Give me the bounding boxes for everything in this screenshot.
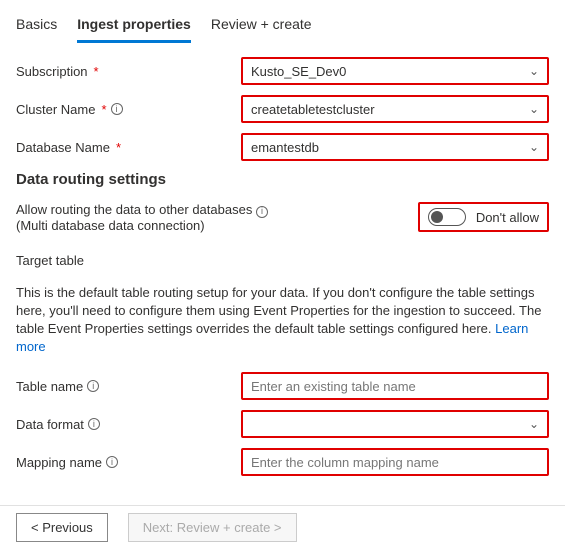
tab-review-create[interactable]: Review + create (211, 12, 312, 43)
toggle-knob (431, 211, 443, 223)
database-dropdown[interactable]: emantestdb ⌄ (241, 133, 549, 161)
wizard-tabs: Basics Ingest properties Review + create (16, 12, 549, 43)
routing-toggle[interactable] (428, 208, 466, 226)
info-icon[interactable]: i (106, 456, 118, 468)
cluster-row: Cluster Name * i createtabletestcluster … (16, 95, 549, 123)
chevron-down-icon: ⌄ (529, 417, 539, 431)
routing-row: Allow routing the data to other database… (16, 202, 549, 233)
routing-text-label: Allow routing the data to other database… (16, 202, 252, 217)
required-indicator: * (116, 140, 121, 155)
required-indicator: * (94, 64, 99, 79)
format-label-text: Data format (16, 417, 84, 432)
subscription-dropdown[interactable]: Kusto_SE_Dev0 ⌄ (241, 57, 549, 85)
info-icon[interactable]: i (87, 380, 99, 392)
mapping-row: Mapping name i Enter the column mapping … (16, 448, 549, 476)
database-label-text: Database Name (16, 140, 110, 155)
info-icon[interactable]: i (111, 103, 123, 115)
subscription-label-text: Subscription (16, 64, 88, 79)
database-row: Database Name * emantestdb ⌄ (16, 133, 549, 161)
tab-basics[interactable]: Basics (16, 12, 57, 43)
subscription-label: Subscription * (16, 64, 241, 79)
mapping-placeholder: Enter the column mapping name (251, 455, 439, 470)
database-value: emantestdb (251, 140, 319, 155)
chevron-down-icon: ⌄ (529, 102, 539, 116)
tab-ingest-properties[interactable]: Ingest properties (77, 12, 191, 43)
subscription-row: Subscription * Kusto_SE_Dev0 ⌄ (16, 57, 549, 85)
routing-toggle-wrap: Don't allow (418, 202, 549, 232)
cluster-label-text: Cluster Name (16, 102, 95, 117)
desc-text: This is the default table routing setup … (16, 285, 541, 336)
table-name-input[interactable]: Enter an existing table name (241, 372, 549, 400)
info-icon[interactable]: i (88, 418, 100, 430)
chevron-down-icon: ⌄ (529, 140, 539, 154)
data-format-dropdown[interactable]: ⌄ (241, 410, 549, 438)
format-label: Data format i (16, 417, 241, 432)
next-review-create-button: Next: Review + create > (128, 513, 297, 542)
previous-button[interactable]: < Previous (16, 513, 108, 542)
bottom-divider (0, 505, 565, 506)
target-table-title: Target table (16, 253, 549, 268)
mapping-label: Mapping name i (16, 455, 241, 470)
mapping-name-input[interactable]: Enter the column mapping name (241, 448, 549, 476)
toggle-state-label: Don't allow (476, 210, 539, 225)
routing-section-title: Data routing settings (16, 171, 549, 188)
routing-subtext: (Multi database data connection) (16, 218, 268, 233)
subscription-value: Kusto_SE_Dev0 (251, 64, 346, 79)
cluster-dropdown[interactable]: createtabletestcluster ⌄ (241, 95, 549, 123)
routing-text: Allow routing the data to other database… (16, 202, 268, 218)
table-row: Table name i Enter an existing table nam… (16, 372, 549, 400)
info-icon[interactable]: i (256, 206, 268, 218)
cluster-value: createtabletestcluster (251, 102, 375, 117)
table-label-text: Table name (16, 379, 83, 394)
database-label: Database Name * (16, 140, 241, 155)
target-table-description: This is the default table routing setup … (16, 284, 549, 357)
cluster-label: Cluster Name * i (16, 102, 241, 117)
chevron-down-icon: ⌄ (529, 64, 539, 78)
format-row: Data format i ⌄ (16, 410, 549, 438)
table-label: Table name i (16, 379, 241, 394)
table-placeholder: Enter an existing table name (251, 379, 416, 394)
mapping-label-text: Mapping name (16, 455, 102, 470)
required-indicator: * (101, 102, 106, 117)
wizard-buttons: < Previous Next: Review + create > (16, 513, 297, 542)
